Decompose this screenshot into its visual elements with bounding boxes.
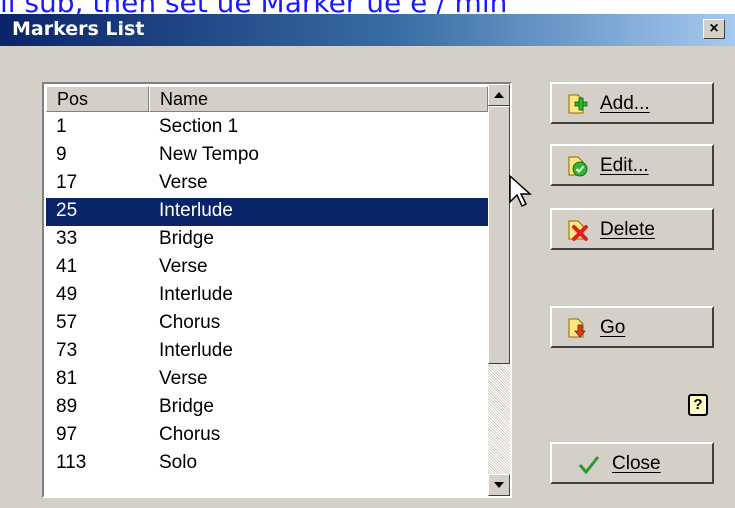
edit-button-label: Edit... [600,155,649,176]
list-item[interactable]: 17 Verse [46,170,488,198]
list-item-pos: 17 [56,172,78,193]
list-header: Pos Name [46,86,488,112]
list-item[interactable]: 9 New Tempo [46,142,488,170]
list-item-name: Section 1 [159,116,239,137]
list-item-name: Chorus [159,424,221,445]
add-marker-icon [568,94,588,114]
title-bar: Markers List × [0,14,735,46]
vertical-scrollbar[interactable] [488,84,510,496]
list-item-pos: 33 [56,228,78,249]
list-item-name: Interlude [159,284,233,305]
list-item[interactable]: 49 Interlude [46,282,488,310]
list-item-name: Verse [159,172,208,193]
go-button-label: Go [600,317,626,338]
list-item-name: Verse [159,256,208,277]
list-item[interactable]: 113 Solo [46,450,488,478]
list-item-pos: 57 [56,312,78,333]
add-button-label: Add... [600,93,650,114]
list-item-pos: 9 [56,144,67,165]
background-text: ll sub, then set ue Marker ue e / min [0,0,735,14]
delete-button[interactable]: Delete [550,208,714,250]
close-window-button[interactable]: × [703,19,725,39]
list-item[interactable]: 97 Chorus [46,422,488,450]
list-item-pos: 1 [56,116,67,137]
list-item-name: New Tempo [159,144,259,165]
help-icon[interactable]: ? [688,394,708,416]
edit-button[interactable]: Edit... [550,144,714,186]
markers-listview[interactable]: Pos Name 1 Section 1 9 New Tempo 17 Verse 25 In… [42,82,512,498]
scroll-down-button[interactable] [488,474,510,496]
scroll-up-button[interactable] [488,84,510,106]
list-item-pos: 97 [56,424,78,445]
list-item-pos: 81 [56,368,78,389]
list-item[interactable]: 25 Interlude [46,198,488,226]
go-button[interactable]: Go [550,306,714,348]
list-item-name: Bridge [159,396,214,417]
go-arrow-icon [568,318,586,338]
list-item[interactable]: 57 Chorus [46,310,488,338]
add-button[interactable]: Add... [550,82,714,124]
list-item[interactable]: 89 Bridge [46,394,488,422]
column-header-pos[interactable]: Pos [46,86,149,112]
dialog-title: Markers List [12,18,145,40]
list-rows: 1 Section 1 9 New Tempo 17 Verse 25 Interlude 33… [46,114,488,478]
list-item[interactable]: 81 Verse [46,366,488,394]
list-item-pos: 73 [56,340,78,361]
arrow-down-icon [494,482,504,488]
markers-list-dialog: Markers List × Pos Name 1 Section 1 9 New T… [0,14,735,508]
delete-button-label: Delete [600,219,655,240]
delete-x-icon [568,220,588,241]
list-item[interactable]: 1 Section 1 [46,114,488,142]
list-item-name: Interlude [159,340,233,361]
close-button-label: Close [612,453,661,474]
list-item-name: Chorus [159,312,221,333]
list-item-pos: 49 [56,284,78,305]
arrow-up-icon [494,92,504,98]
list-item-name: Verse [159,368,208,389]
scroll-thumb[interactable] [488,106,510,364]
list-item-pos: 113 [56,452,87,473]
close-button[interactable]: Close [550,442,714,484]
edit-check-icon [568,156,588,177]
mouse-cursor-icon [509,174,532,208]
list-item-name: Bridge [159,228,214,249]
list-item-name: Interlude [159,200,233,221]
list-item-pos: 89 [56,396,78,417]
list-item-pos: 25 [56,200,78,221]
column-header-name[interactable]: Name [149,86,488,112]
checkmark-icon [578,456,600,475]
list-item[interactable]: 41 Verse [46,254,488,282]
list-item-pos: 41 [56,256,78,277]
list-item[interactable]: 73 Interlude [46,338,488,366]
list-item[interactable]: 33 Bridge [46,226,488,254]
list-item-name: Solo [159,452,198,473]
